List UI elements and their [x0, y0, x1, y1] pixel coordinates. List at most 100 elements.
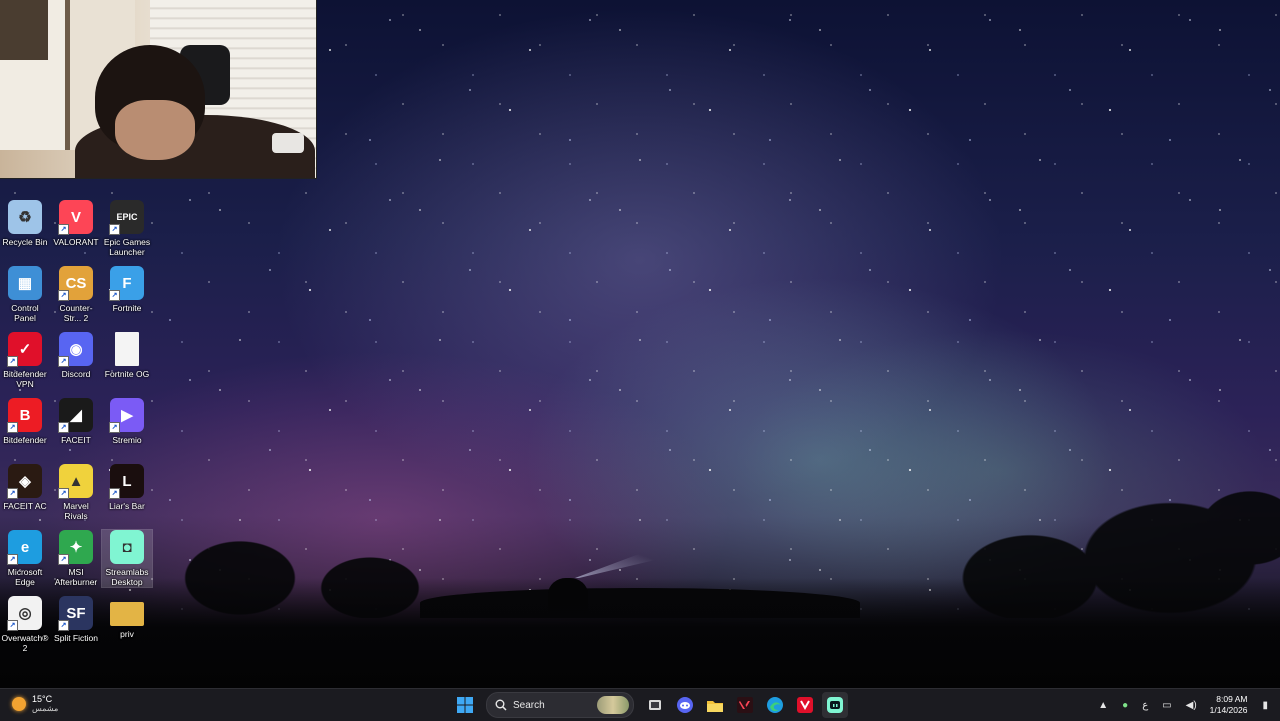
- desktop-icon-label: VALORANT: [53, 237, 99, 247]
- sunny-icon: [12, 697, 26, 711]
- msi-afterburner-icon: ✦ ↗: [58, 530, 93, 565]
- shortcut-arrow-icon: ↗: [7, 422, 18, 433]
- overwatch-icon: ◎ ↗: [7, 596, 42, 631]
- desktop-icon-valorant[interactable]: V ↗ VALORANT: [51, 200, 101, 247]
- taskbar-valorant[interactable]: [732, 692, 758, 718]
- ground-silhouette: [0, 578, 1280, 688]
- desktop-icon-faceit-ac[interactable]: ◈ ↗ FACEIT AC: [0, 464, 50, 511]
- desktop-icon-discord[interactable]: ◉ ↗ Discord: [51, 332, 101, 379]
- desktop-icon-label: Marvel Rivals: [63, 501, 89, 521]
- bitdefender-icon: [797, 697, 813, 713]
- desktop-icon-label: Counter-Str... 2: [59, 303, 93, 323]
- shortcut-arrow-icon: ↗: [7, 356, 18, 367]
- desktop-icon-label: FACEIT AC: [3, 501, 47, 511]
- clock-time: 8:09 AM: [1216, 694, 1248, 704]
- desktop-icon-streamlabs[interactable]: ◘ Streamlabs Desktop: [101, 529, 153, 588]
- shortcut-arrow-icon: ↗: [58, 290, 69, 301]
- desktop-icon-counter-strike[interactable]: CS ↗ Counter-Str... 2: [51, 266, 101, 323]
- clock[interactable]: 8:09 AM 1/14/2026: [1210, 694, 1248, 716]
- task-view-button[interactable]: [642, 692, 668, 718]
- faceit-ac-icon: ◈ ↗: [7, 464, 42, 499]
- desktop-icon-overwatch[interactable]: ◎ ↗ Overwatch® 2: [0, 596, 50, 653]
- shortcut-arrow-icon: ↗: [109, 224, 120, 235]
- desktop-icon-recycle-bin[interactable]: ♻ Recycle Bin: [0, 200, 50, 247]
- desktop-icon-liars-bar[interactable]: L ↗ Liar's Bar: [102, 464, 152, 511]
- desktop-icon-label: Discord: [61, 369, 91, 379]
- desktop-icon-label: Recycle Bin: [2, 237, 48, 247]
- webcam-person-face: [115, 100, 195, 160]
- task-view-icon: [649, 700, 661, 710]
- network-icon[interactable]: ▭: [1162, 700, 1171, 711]
- desktop-icon-stremio[interactable]: ▶ ↗ Stremio: [102, 398, 152, 445]
- desktop-icon-fortnite[interactable]: F ↗ Fortnite: [102, 266, 152, 313]
- weather-temp: 15°C: [32, 694, 53, 704]
- taskbar-edge[interactable]: [762, 692, 788, 718]
- taskbar-search[interactable]: Search: [486, 692, 634, 718]
- streamlabs-icon: ◘: [110, 530, 144, 564]
- folder-icon: [110, 602, 144, 626]
- system-tray: ▲ ● ع ▭ ◀) 8:09 AM 1/14/2026 ▮: [1091, 689, 1280, 721]
- desktop-icon-label: Overwatch® 2: [1, 633, 49, 653]
- folder-icon: [707, 700, 723, 712]
- taskbar-file-explorer[interactable]: [702, 692, 728, 718]
- desktop-icon-label: Bitdefender VPN: [3, 369, 47, 389]
- desktop-icon-folder[interactable]: priv: [102, 596, 152, 639]
- desktop-wallpaper: ♻ Recycle Bin V ↗ VALORANT EPIC ↗ Epic Games La…: [0, 0, 1280, 688]
- desktop-icon-bitdefender-vpn[interactable]: ✓ ↗ Bitdefender VPN: [0, 332, 50, 389]
- desktop-icon-label: MSI Afterburner: [54, 567, 98, 587]
- file-icon: [115, 332, 139, 366]
- desktop-icon-epic-games[interactable]: EPIC ↗ Epic Games Launcher: [102, 200, 152, 257]
- start-button[interactable]: [452, 692, 478, 718]
- notification-icon[interactable]: ▮: [1262, 700, 1268, 711]
- epic-games-icon: EPIC ↗: [109, 200, 144, 235]
- shortcut-arrow-icon: ↗: [58, 356, 69, 367]
- desktop-icon-msi-afterburner[interactable]: ✦ ↗ MSI Afterburner: [51, 530, 101, 587]
- desktop-icon-marvel-rivals[interactable]: ▲ ↗ Marvel Rivals: [51, 464, 101, 521]
- desktop-icon-faceit[interactable]: ◢ ↗ FACEIT: [51, 398, 101, 445]
- weather-condition: مشمس: [32, 704, 59, 713]
- liars-bar-icon: L ↗: [109, 464, 144, 499]
- bitdefender-icon: B ↗: [7, 398, 42, 433]
- edge-icon: e ↗: [7, 530, 42, 565]
- weather-widget[interactable]: 15°C مشمس: [12, 694, 58, 714]
- marvel-rivals-icon: ▲ ↗: [58, 464, 93, 499]
- taskbar: 15°C مشمس Search ▲ ● ع ▭ ◀) 8:09 AM 1/14…: [0, 688, 1280, 721]
- desktop-icon-label: FACEIT: [61, 435, 91, 445]
- discord-icon: [677, 697, 693, 713]
- shortcut-arrow-icon: ↗: [109, 422, 120, 433]
- chevron-up-icon[interactable]: ▲: [1098, 700, 1108, 711]
- desktop-icon-label: Fortnite: [112, 303, 142, 313]
- split-fiction-icon: SF ↗: [58, 596, 93, 631]
- input-language[interactable]: ع: [1142, 700, 1148, 711]
- discord-icon: ◉ ↗: [58, 332, 93, 367]
- desktop-icon-label: Streamlabs Desktop: [105, 567, 149, 587]
- valorant-icon: V ↗: [58, 200, 93, 235]
- stremio-icon: ▶ ↗: [109, 398, 144, 433]
- desktop-icon-label: Fortnite OG: [104, 369, 150, 379]
- desktop-icon-file[interactable]: Fortnite OG: [102, 332, 152, 379]
- desktop-icon-edge[interactable]: e ↗ Microsoft Edge: [0, 530, 50, 587]
- shortcut-arrow-icon: ↗: [7, 620, 18, 631]
- taskbar-discord[interactable]: [672, 692, 698, 718]
- webcam-cabinet-shadow: [0, 0, 48, 60]
- desktop-icon-label: Epic Games Launcher: [103, 237, 151, 257]
- desktop-icon-split-fiction[interactable]: SF ↗ Split Fiction: [51, 596, 101, 643]
- taskbar-bitdefender[interactable]: [792, 692, 818, 718]
- desktop-icon-label: Microsoft Edge: [7, 567, 43, 587]
- windows-icon: [457, 697, 473, 713]
- shortcut-arrow-icon: ↗: [58, 224, 69, 235]
- volume-icon[interactable]: ◀): [1186, 700, 1197, 711]
- microphone-icon[interactable]: ●: [1122, 700, 1128, 711]
- shortcut-arrow-icon: ↗: [58, 554, 69, 565]
- clock-date: 1/14/2026: [1209, 705, 1248, 715]
- desktop-icon-label: Stremio: [112, 435, 142, 445]
- taskbar-apps: Search: [450, 692, 850, 718]
- desktop-icon-control-panel[interactable]: ▦ Control Panel: [0, 266, 50, 323]
- desktop-icon-label: priv: [120, 629, 134, 639]
- taskbar-streamlabs[interactable]: [822, 692, 848, 718]
- desktop-icon-label: Split Fiction: [54, 633, 98, 643]
- desktop-icon-bitdefender[interactable]: B ↗ Bitdefender: [0, 398, 50, 445]
- shortcut-arrow-icon: ↗: [109, 290, 120, 301]
- control-panel-icon: ▦: [8, 266, 42, 300]
- faceit-icon: ◢ ↗: [58, 398, 93, 433]
